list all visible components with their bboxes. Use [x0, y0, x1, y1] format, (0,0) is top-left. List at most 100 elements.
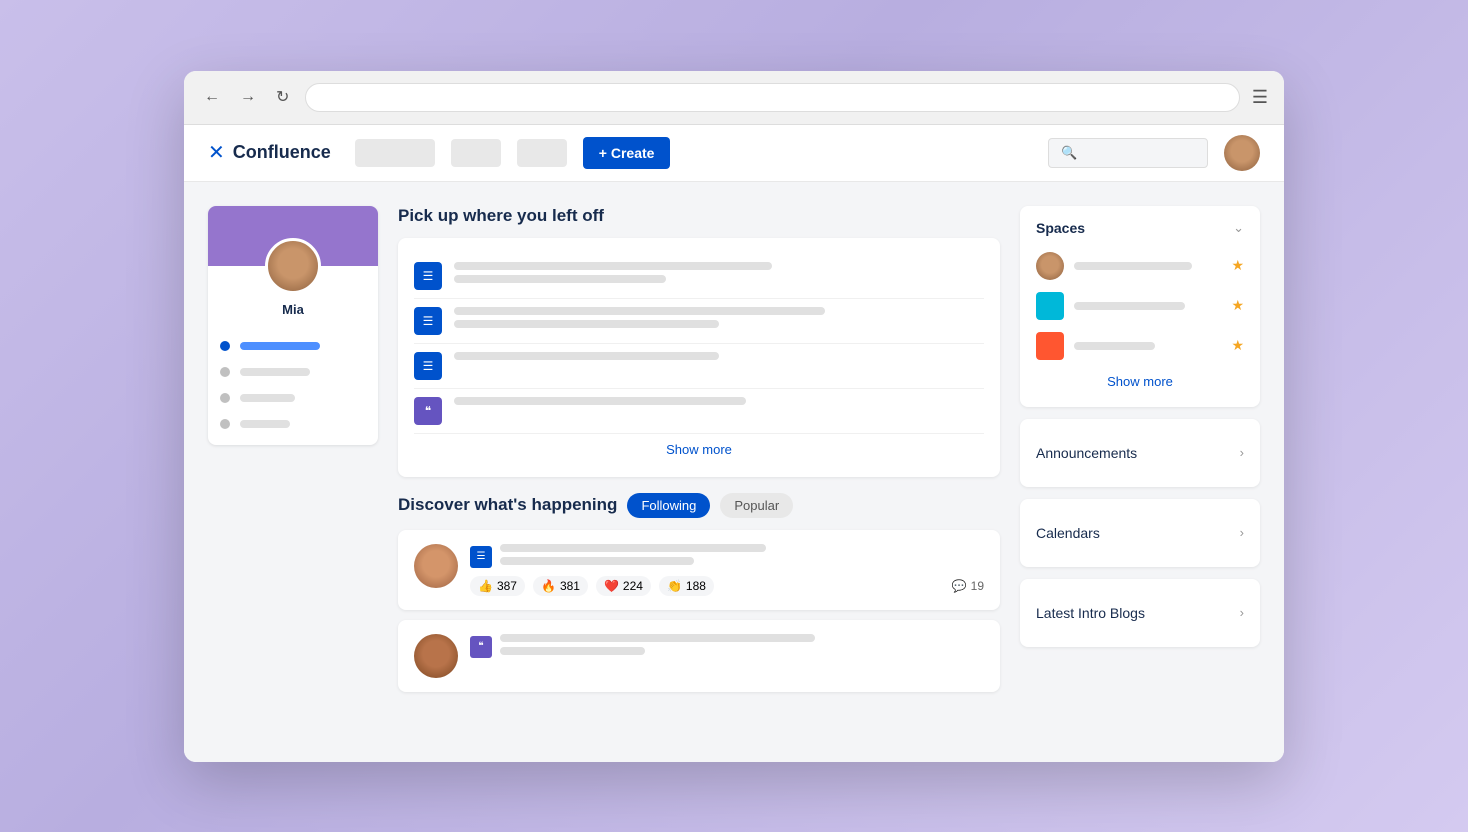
comment-icon: 💬 — [952, 579, 967, 593]
space-item-1[interactable]: ★ — [1036, 246, 1244, 286]
recent-item-lines-3 — [454, 352, 984, 360]
latest-intro-blogs-card[interactable]: Latest Intro Blogs › — [1020, 579, 1260, 647]
clap-emoji: 👏 — [667, 579, 682, 593]
space-icon-1 — [1036, 252, 1064, 280]
line-placeholder — [454, 352, 719, 360]
space-text-bar-1 — [1074, 262, 1192, 270]
fire-emoji: 🔥 — [541, 579, 556, 593]
feed-post-2-icon-row: ❝ — [470, 634, 984, 658]
feed-post-1-icon: ☰ — [470, 546, 492, 568]
latest-intro-blogs-chevron-icon: › — [1240, 605, 1244, 620]
discover-header: Discover what's happening Following Popu… — [398, 493, 1000, 518]
space-text-bar-2 — [1074, 302, 1185, 310]
space-star-1[interactable]: ★ — [1231, 257, 1244, 274]
profile-card: Mia — [208, 206, 378, 445]
recent-item-lines-2 — [454, 307, 984, 328]
space-item-3[interactable]: ★ — [1036, 326, 1244, 366]
nav-bar-active — [240, 342, 320, 350]
recent-items-card: ☰ ☰ ☰ — [398, 238, 1000, 477]
url-bar[interactable] — [305, 83, 1239, 112]
latest-intro-blogs-item: Latest Intro Blogs › — [1036, 593, 1244, 633]
nav-dot-inactive-2 — [220, 393, 230, 403]
browser-menu-button[interactable]: ☰ — [1252, 87, 1268, 108]
nav-dot-active — [220, 341, 230, 351]
popular-tab[interactable]: Popular — [720, 493, 793, 518]
feed-post-1-avatar[interactable] — [414, 544, 458, 588]
main-content: Mia — [184, 182, 1284, 762]
feed-post-2-lines — [500, 634, 984, 655]
line-placeholder — [454, 320, 719, 328]
feed-post-2-content: ❝ — [470, 634, 984, 678]
feed-post-1-reactions: 👍 387 🔥 381 ❤️ 224 — [470, 576, 984, 596]
calendars-title: Calendars — [1036, 525, 1100, 541]
line-placeholder — [454, 397, 746, 405]
discover-title: Discover what's happening — [398, 495, 617, 515]
space-icon-2 — [1036, 292, 1064, 320]
comment-badge[interactable]: 💬 19 — [952, 579, 984, 593]
recent-item-2: ☰ — [414, 299, 984, 344]
space-star-2[interactable]: ★ — [1231, 297, 1244, 314]
nav-dot-inactive-1 — [220, 367, 230, 377]
forward-button[interactable]: → — [236, 84, 260, 110]
following-tab[interactable]: Following — [627, 493, 710, 518]
recent-item-icon-4: ❝ — [414, 397, 442, 425]
feed-post-1: ☰ 👍 387 🔥 — [398, 530, 1000, 610]
pick-up-section: Pick up where you left off ☰ ☰ — [398, 206, 1000, 477]
browser-window: ← → ↻ ☰ ✕ Confluence + Create 🔍 — [184, 71, 1284, 762]
reaction-thumbs-up[interactable]: 👍 387 — [470, 576, 525, 596]
nav-dot-inactive-3 — [220, 419, 230, 429]
latest-intro-blogs-title: Latest Intro Blogs — [1036, 605, 1145, 621]
pick-up-show-more[interactable]: Show more — [414, 434, 984, 461]
recent-item-3: ☰ — [414, 344, 984, 389]
spaces-card: Spaces ⌄ ★ ★ — [1020, 206, 1260, 407]
space-star-3[interactable]: ★ — [1231, 337, 1244, 354]
nav-item-2[interactable] — [451, 139, 501, 167]
line-placeholder — [500, 544, 766, 552]
nav-item-3[interactable] — [517, 139, 567, 167]
user-avatar-header[interactable] — [1224, 135, 1260, 171]
feed-post-2-icon: ❝ — [470, 636, 492, 658]
recent-item-icon-2: ☰ — [414, 307, 442, 335]
spaces-show-more[interactable]: Show more — [1036, 366, 1244, 393]
discover-section: Discover what's happening Following Popu… — [398, 493, 1000, 692]
spaces-chevron-icon: ⌄ — [1233, 220, 1244, 236]
calendars-card[interactable]: Calendars › — [1020, 499, 1260, 567]
profile-nav-item-1[interactable] — [208, 333, 378, 359]
reaction-fire[interactable]: 🔥 381 — [533, 576, 588, 596]
announcements-card[interactable]: Announcements › — [1020, 419, 1260, 487]
pick-up-title: Pick up where you left off — [398, 206, 1000, 226]
line-placeholder — [454, 275, 666, 283]
recent-item-icon-1: ☰ — [414, 262, 442, 290]
line-placeholder — [500, 557, 694, 565]
reaction-heart[interactable]: ❤️ 224 — [596, 576, 651, 596]
line-placeholder — [500, 647, 645, 655]
right-sidebar: Spaces ⌄ ★ ★ — [1020, 206, 1260, 738]
profile-nav-item-4[interactable] — [208, 411, 378, 437]
profile-name: Mia — [208, 302, 378, 329]
announcements-item: Announcements › — [1036, 433, 1244, 473]
comment-count: 19 — [971, 579, 984, 593]
profile-avatar[interactable] — [265, 238, 321, 294]
profile-nav-item-3[interactable] — [208, 385, 378, 411]
heart-count: 224 — [623, 579, 643, 593]
reaction-clap[interactable]: 👏 188 — [659, 576, 714, 596]
space-text-3 — [1074, 342, 1221, 350]
profile-nav-item-2[interactable] — [208, 359, 378, 385]
back-button[interactable]: ← — [200, 84, 224, 110]
nav-item-1[interactable] — [355, 139, 435, 167]
create-button[interactable]: + Create — [583, 137, 671, 169]
fire-count: 381 — [560, 579, 580, 593]
search-bar[interactable]: 🔍 — [1048, 138, 1208, 168]
space-item-2[interactable]: ★ — [1036, 286, 1244, 326]
feed-post-1-content: ☰ 👍 387 🔥 — [470, 544, 984, 596]
recent-item-4: ❝ — [414, 389, 984, 434]
calendars-item: Calendars › — [1036, 513, 1244, 553]
left-sidebar: Mia — [208, 206, 378, 738]
feed-post-2-avatar[interactable] — [414, 634, 458, 678]
feed-post-2: ❝ — [398, 620, 1000, 692]
line-placeholder — [454, 262, 772, 270]
reload-button[interactable]: ↻ — [272, 83, 293, 111]
app-title: Confluence — [233, 142, 331, 163]
calendars-chevron-icon: › — [1240, 525, 1244, 540]
line-placeholder — [500, 634, 815, 642]
